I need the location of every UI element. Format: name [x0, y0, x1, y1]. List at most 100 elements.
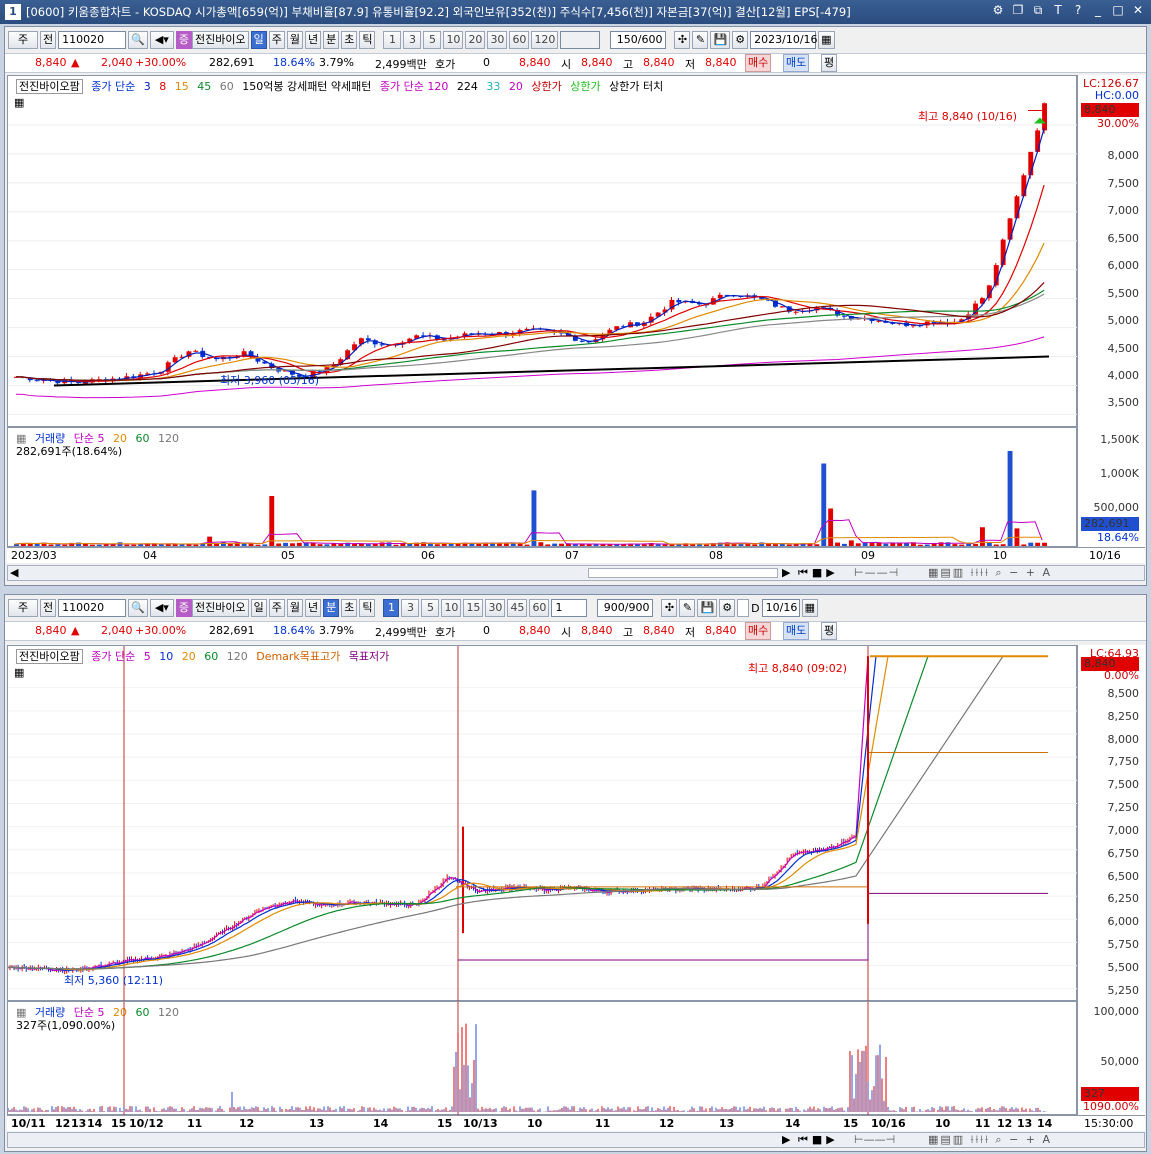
interval-3[interactable]: 3 [401, 599, 420, 617]
gear-icon[interactable]: ⚙ [732, 31, 749, 49]
stock-code-input[interactable]: 110020 [58, 31, 127, 49]
period-tick[interactable]: 틱 [359, 599, 376, 617]
volume-bar [290, 543, 295, 546]
avg-button[interactable]: 평 [821, 54, 838, 72]
type-select[interactable]: 주 [8, 31, 38, 49]
top-price-chart[interactable]: 전진바이오팜 종가 단순 3 8 15 45 60 150억봉 강세패턴 약세패… [7, 75, 1078, 427]
period-day[interactable]: 일 [250, 31, 267, 49]
period-month[interactable]: 월 [286, 599, 303, 617]
volume-bar [924, 544, 930, 546]
interval-10[interactable]: 10 [441, 599, 462, 617]
link-icon[interactable]: ⧉ [1031, 3, 1045, 17]
sound-icon[interactable]: ◀▾ [149, 599, 174, 617]
sell-button[interactable]: 매도 [783, 54, 810, 72]
interval-custom-input[interactable] [560, 31, 601, 49]
search-icon[interactable]: 🔍 [128, 31, 148, 49]
stock-name[interactable]: 전진바이오 [191, 31, 249, 49]
calendar-icon[interactable]: ▦ [818, 31, 835, 49]
scroll-thumb[interactable] [588, 568, 778, 578]
quote-low: 8,840 [705, 624, 737, 637]
buy-button[interactable]: 매수 [745, 54, 772, 72]
period-tick[interactable]: 틱 [359, 31, 376, 49]
quote-ratio: 3.79% [319, 624, 354, 637]
scroll-left-icon[interactable]: ◀ [10, 566, 18, 579]
period-year[interactable]: 년 [304, 599, 322, 617]
period-week[interactable]: 주 [268, 31, 285, 49]
maximize-icon[interactable]: □ [1111, 3, 1125, 17]
bottom-volume-chart[interactable]: ▦ 거래량 단순 5 20 60 120 327주(1,090.00%) [7, 1001, 1077, 1116]
sound-icon[interactable]: ◀▾ [149, 31, 174, 49]
x-label: 12 [659, 1117, 675, 1130]
interval-5[interactable]: 5 [421, 599, 440, 617]
count-input[interactable]: 900/900 [597, 599, 654, 617]
playback-controls[interactable]: ⏮■▶ [798, 566, 839, 580]
period-year[interactable]: 년 [304, 31, 322, 49]
prev-button[interactable]: 전 [40, 31, 57, 49]
top-volume-chart[interactable]: ▦ 거래량 단순 5 20 60 120 282,691주(18.64%) [7, 427, 1077, 547]
chart-tools[interactable]: ▦▤▥ ⟊⟊⟊⟊ ⌕ − + A [928, 566, 1052, 580]
chart-tools[interactable]: ▦▤▥ ⟊⟊⟊⟊ ⌕ − + A [928, 1133, 1052, 1147]
axis-5750: 5,750 [1107, 938, 1140, 951]
zoom-slider[interactable]: ⊢——⊣ [854, 1133, 895, 1146]
period-minute[interactable]: 분 [323, 599, 340, 617]
interval-60[interactable]: 60 [529, 599, 550, 617]
period-month[interactable]: 월 [286, 31, 303, 49]
prev-button[interactable]: 전 [40, 599, 57, 617]
restore-icon[interactable]: ❐ [1011, 3, 1025, 17]
avg-button[interactable]: 평 [821, 622, 838, 640]
interval-30[interactable]: 30 [485, 599, 506, 617]
crosshair-icon[interactable]: ✣ [661, 599, 678, 617]
interval-10[interactable]: 10 [443, 31, 464, 49]
interval-30[interactable]: 30 [487, 31, 508, 49]
save-icon[interactable]: 💾 [697, 599, 718, 617]
scroll-right-icon[interactable]: ▶ [782, 566, 790, 579]
quote-open: 8,840 [581, 56, 613, 69]
interval-120[interactable]: 120 [531, 31, 559, 49]
count-input[interactable]: 150/600 [610, 31, 667, 49]
unit-input[interactable]: 1 [551, 599, 588, 617]
interval-1[interactable]: 1 [383, 31, 402, 49]
tools-icon[interactable]: ✎ [692, 31, 709, 49]
axis-5000: 5,000 [1107, 314, 1140, 327]
period-minute[interactable]: 분 [323, 31, 340, 49]
minimize-icon[interactable]: _ [1091, 3, 1105, 17]
time-label: 15:30:00 [1084, 1117, 1134, 1130]
close-icon[interactable]: ✕ [1131, 3, 1145, 17]
save-icon[interactable]: 💾 [710, 31, 731, 49]
type-select[interactable]: 주 [8, 599, 38, 617]
interval-3[interactable]: 3 [403, 31, 422, 49]
interval-45[interactable]: 45 [507, 599, 528, 617]
scroll-right-icon[interactable]: ▶ [782, 1133, 790, 1146]
tools-icon[interactable]: ✎ [679, 599, 696, 617]
playback-controls[interactable]: ⏮■▶ [798, 1133, 839, 1147]
stock-name[interactable]: 전진바이오 [191, 599, 249, 617]
count-total: /600 [637, 33, 663, 46]
quote-turnover: 18.64% [273, 56, 315, 69]
stock-code-input[interactable]: 110020 [58, 599, 127, 617]
interval-5[interactable]: 5 [423, 31, 442, 49]
calendar-icon[interactable]: ▦ [801, 599, 819, 617]
date-checkbox[interactable] [737, 599, 750, 617]
interval-1[interactable]: 1 [383, 599, 400, 617]
zoom-slider[interactable]: ⊢——⊣ [854, 566, 899, 579]
interval-20[interactable]: 20 [465, 31, 486, 49]
pin-icon[interactable]: T [1051, 3, 1065, 17]
search-icon[interactable]: 🔍 [128, 599, 148, 617]
period-week[interactable]: 주 [268, 599, 285, 617]
date-input[interactable]: 2023/10/16 [750, 31, 818, 49]
date-input[interactable]: 10/16 [761, 599, 800, 617]
gear-icon[interactable]: ⚙ [719, 599, 736, 617]
period-day[interactable]: 일 [250, 599, 267, 617]
sell-button[interactable]: 매도 [783, 622, 810, 640]
period-second[interactable]: 초 [341, 599, 358, 617]
bottom-scrollbar[interactable]: 15:30:00 ▶ ⏮■▶ ⊢——⊣ ▦▤▥ ⟊⟊⟊⟊ ⌕ − + A [7, 1117, 1145, 1148]
interval-15[interactable]: 15 [463, 599, 484, 617]
settings-icon[interactable]: ⚙ [991, 3, 1005, 17]
bottom-price-chart[interactable]: 전진바이오팜 종가 단순 5 10 20 60 120 Demark목표고가 목… [7, 645, 1078, 1002]
buy-button[interactable]: 매수 [745, 622, 772, 640]
help-icon[interactable]: ? [1071, 3, 1085, 17]
interval-60[interactable]: 60 [509, 31, 530, 49]
period-second[interactable]: 초 [341, 31, 358, 49]
crosshair-icon[interactable]: ✣ [674, 31, 691, 49]
top-scrollbar[interactable]: ◀ ▶ ⏮■▶ ⊢——⊣ ▦▤▥ ⟊⟊⟊⟊ ⌕ − + A [7, 565, 1145, 581]
